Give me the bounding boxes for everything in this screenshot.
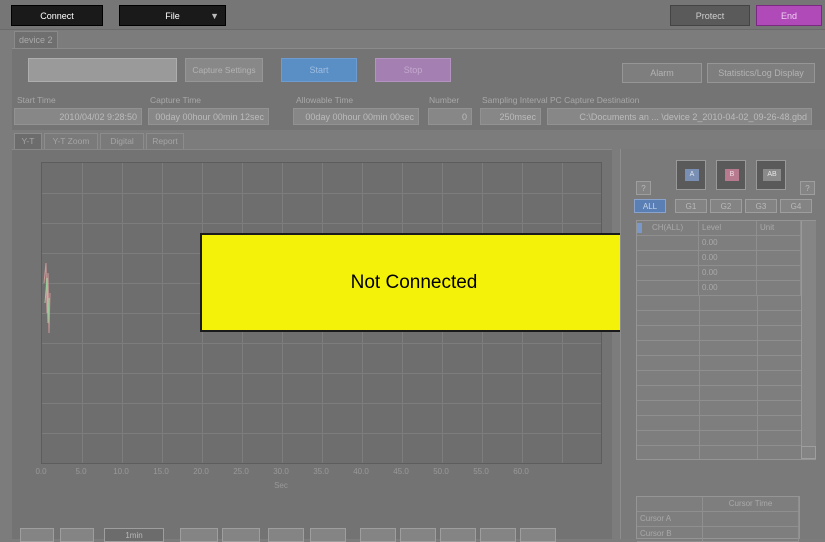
table-row[interactable] [637, 251, 699, 266]
x-tick: 30.0 [273, 467, 289, 476]
number-label: Number [429, 95, 460, 105]
x-axis-unit: Sec [274, 481, 288, 490]
x-tick: 50.0 [433, 467, 449, 476]
level-cell: 0.00 [699, 236, 757, 251]
x-tick: 40.0 [353, 467, 369, 476]
capture-time-value: 00day 00hour 00min 12sec [148, 108, 269, 125]
channel-color-icon [637, 223, 642, 233]
statistics-log-button[interactable]: Statistics/Log Display [707, 63, 815, 83]
start-time-label: Start Time [17, 95, 56, 105]
protect-button[interactable]: Protect [670, 5, 750, 26]
x-tick: 0.0 [35, 467, 47, 476]
channel-b-button[interactable]: B [716, 160, 746, 190]
tab-y-t[interactable]: Y-T [14, 133, 42, 149]
pc-destination-label: PC Capture Destination [550, 95, 640, 105]
toolbar-button-1[interactable] [268, 528, 304, 542]
x-tick: 20.0 [193, 467, 209, 476]
channel-table: CH(ALL) Level Unit 0.00 0.00 0.00 0.00 [636, 220, 816, 460]
x-tick: 55.0 [473, 467, 489, 476]
table-row[interactable] [637, 266, 699, 281]
table-row[interactable] [637, 236, 699, 251]
allowable-time-value: 00day 00hour 00min 00sec [293, 108, 419, 125]
device-name-field[interactable] [28, 58, 177, 82]
toolbar-button-3[interactable] [360, 528, 396, 542]
group-g3-button[interactable]: G3 [745, 199, 777, 213]
group-all-button[interactable]: ALL [634, 199, 666, 213]
channel-a-icon: A [685, 169, 699, 181]
cursor-b-value [703, 527, 799, 542]
cursor-b-label: Cursor B [637, 527, 703, 542]
unit-cell [757, 236, 801, 251]
capture-settings-button[interactable]: Capture Settings [185, 58, 263, 82]
capture-time-label: Capture Time [150, 95, 202, 105]
help-button-right[interactable]: ? [800, 181, 815, 195]
empty-table-rows [637, 296, 801, 459]
column-header-level: Level [699, 221, 757, 236]
cursor-table: Cursor Time Cursor A Cursor B [636, 496, 800, 542]
stop-button[interactable]: Stop [375, 58, 451, 82]
signal-trace [43, 262, 51, 334]
level-cell: 0.00 [699, 251, 757, 266]
unit-cell [757, 266, 801, 281]
x-tick: 5.0 [75, 467, 87, 476]
cursor-time-header: Cursor Time [703, 497, 799, 512]
device-tab[interactable]: device 2 [14, 31, 58, 48]
x-tick: 15.0 [153, 467, 169, 476]
not-connected-banner: Not Connected [200, 233, 628, 332]
table-row[interactable] [637, 281, 699, 296]
help-button-left[interactable]: ? [636, 181, 651, 195]
column-header-ch: CH(ALL) [637, 221, 699, 236]
table-scrollbar[interactable] [801, 221, 816, 459]
scroll-down-button[interactable] [801, 446, 816, 459]
alarm-button[interactable]: Alarm [622, 63, 702, 83]
tab-report[interactable]: Report [146, 133, 184, 149]
cursor-table-corner [637, 497, 703, 512]
group-g4-button[interactable]: G4 [780, 199, 812, 213]
up-arrow-button[interactable] [180, 528, 218, 542]
pc-destination-value: C:\Documents an ... \device 2_2010-04-02… [547, 108, 812, 125]
file-menu-label: File [165, 11, 180, 21]
x-tick: 60.0 [513, 467, 529, 476]
group-g1-button[interactable]: G1 [675, 199, 707, 213]
channel-a-button[interactable]: A [676, 160, 706, 190]
tab-y-t-zoom[interactable]: Y-T Zoom [44, 133, 98, 149]
toolbar-button-5[interactable] [440, 528, 476, 542]
toolbar-button-7[interactable] [520, 528, 556, 542]
channel-b-icon: B [725, 169, 739, 181]
dropdown-arrow-icon: ▼ [210, 11, 219, 21]
tab-digital[interactable]: Digital [100, 133, 144, 149]
column-header-unit: Unit [757, 221, 801, 236]
toolbar-button-4[interactable] [400, 528, 436, 542]
toolbar-button-6[interactable] [480, 528, 516, 542]
start-time-value: 2010/04/02 9:28:50 [14, 108, 142, 125]
unit-cell [757, 251, 801, 266]
toolbar-button-2[interactable] [310, 528, 346, 542]
level-cell: 0.00 [699, 281, 757, 296]
start-button[interactable]: Start [281, 58, 357, 82]
unit-cell [757, 281, 801, 296]
down-arrow-button[interactable] [222, 528, 260, 542]
zoom-button[interactable] [60, 528, 94, 542]
group-g2-button[interactable]: G2 [710, 199, 742, 213]
file-menu-button[interactable]: File ▼ [119, 5, 226, 26]
channel-ab-icon: AB [763, 169, 781, 181]
channel-ab-button[interactable]: AB [756, 160, 786, 190]
level-cell: 0.00 [699, 266, 757, 281]
time-range-select[interactable]: 1min [104, 528, 164, 542]
x-tick: 10.0 [113, 467, 129, 476]
allowable-time-label: Allowable Time [296, 95, 354, 105]
scroll-left-button[interactable] [20, 528, 54, 542]
sampling-interval-label: Sampling Interval [482, 95, 548, 105]
number-value: 0 [428, 108, 472, 125]
connect-button[interactable]: Connect [11, 5, 103, 26]
cursor-a-value [703, 512, 799, 527]
x-tick: 25.0 [233, 467, 249, 476]
cursor-a-label: Cursor A [637, 512, 703, 527]
sampling-interval-value: 250msec [480, 108, 541, 125]
x-tick: 35.0 [313, 467, 329, 476]
end-button[interactable]: End [756, 5, 822, 26]
x-tick: 45.0 [393, 467, 409, 476]
